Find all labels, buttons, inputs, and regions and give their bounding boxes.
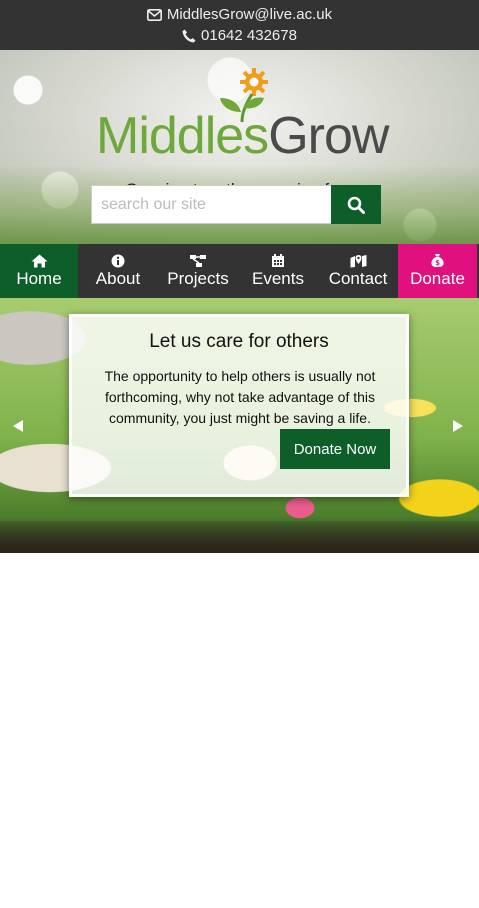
site-logo[interactable]: MiddlesGrow Growing together growing for… [96, 68, 389, 199]
money-bag-icon: $ [431, 254, 444, 267]
logo-wordmark: MiddlesGrow [96, 107, 389, 165]
nav-events[interactable]: Events [238, 244, 318, 298]
svg-text:$: $ [435, 259, 440, 267]
envelope-icon [146, 8, 162, 21]
slider-prev-arrow-icon[interactable] [12, 419, 24, 433]
phone-icon [182, 29, 196, 42]
nav-donate-label: Donate [410, 269, 465, 288]
hero-slider: Let us care for others The opportunity t… [0, 298, 479, 553]
info-icon [111, 254, 125, 267]
slide-title: Let us care for others [149, 331, 329, 352]
nav-contact-label: Contact [328, 268, 388, 288]
nav-contact[interactable]: Contact [318, 244, 398, 298]
nav-home[interactable]: Home [0, 244, 78, 298]
phone-row[interactable]: 01642 432678 [182, 27, 297, 45]
calendar-icon [272, 253, 284, 267]
site-header: MiddlesGrow Growing together growing for… [0, 50, 479, 244]
email-row[interactable]: MiddlesGrow@live.ac.uk [146, 6, 332, 24]
search-icon [347, 196, 365, 214]
nav-events-label: Events [252, 268, 304, 288]
map-marker-icon [350, 254, 366, 267]
main-nav: Home About Projects Events Contact $ Don… [0, 244, 479, 298]
nav-projects[interactable]: Projects [158, 244, 238, 298]
nav-donate[interactable]: $ Donate [398, 244, 477, 298]
slider-next-arrow-icon[interactable] [452, 419, 464, 433]
donate-now-button[interactable]: Donate Now [280, 429, 390, 469]
nav-about[interactable]: About [78, 244, 158, 298]
nav-about-label: About [95, 268, 141, 288]
home-icon [31, 254, 47, 267]
nav-projects-label: Projects [167, 268, 229, 288]
slide-text: The opportunity to help others is usuall… [104, 368, 376, 426]
phone-number[interactable]: 01642 432678 [201, 27, 297, 45]
slide-caption: Let us care for others The opportunity t… [69, 314, 409, 497]
search-button[interactable] [331, 185, 381, 224]
contact-bar: MiddlesGrow@live.ac.uk 01642 432678 [0, 0, 479, 50]
nav-home-label: Home [16, 268, 62, 288]
search-input[interactable] [91, 185, 331, 224]
sitemap-icon [190, 254, 206, 267]
slider-background [0, 521, 479, 553]
search-form [91, 185, 381, 224]
email-link[interactable]: MiddlesGrow@live.ac.uk [167, 6, 332, 24]
